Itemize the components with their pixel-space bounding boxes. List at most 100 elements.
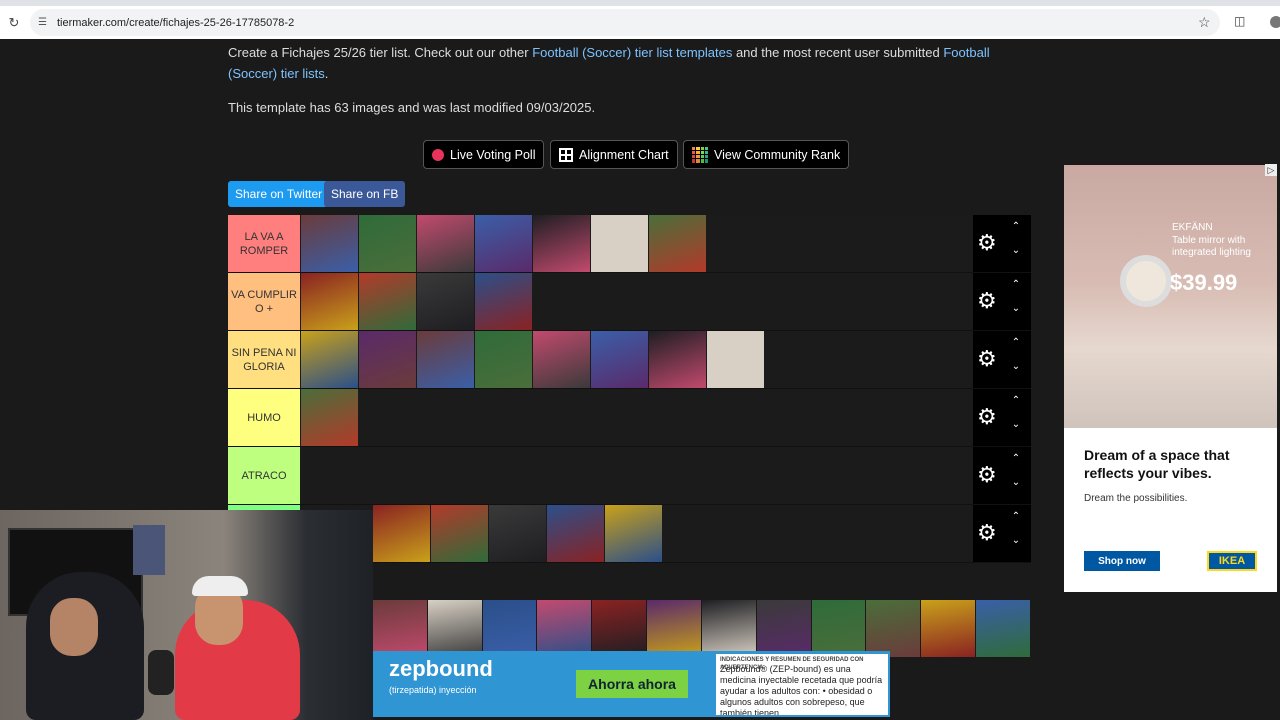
- gear-icon[interactable]: ⚙: [977, 345, 997, 373]
- player-image[interactable]: [591, 331, 648, 388]
- tier-label[interactable]: VA CUMPLIR O +: [228, 273, 300, 330]
- move-up-icon[interactable]: ⌃: [1009, 221, 1023, 232]
- tier-label[interactable]: SIN PENA NI GLORIA: [228, 331, 300, 388]
- template-modified-info: This template has 63 images and was last…: [228, 100, 596, 115]
- player-image[interactable]: [431, 505, 488, 562]
- live-voting-poll-button[interactable]: Live Voting Poll: [423, 140, 545, 169]
- desc-text-2: and the most recent user submitted: [732, 45, 944, 60]
- reload-icon[interactable]: ↻: [0, 15, 28, 31]
- player-image[interactable]: [547, 505, 604, 562]
- gear-icon[interactable]: ⚙: [977, 229, 997, 257]
- address-bar[interactable]: ☰ tiermaker.com/create/fichajes-25-26-17…: [30, 9, 1220, 36]
- pool-player-image[interactable]: [866, 600, 921, 657]
- player-image[interactable]: [301, 215, 358, 272]
- color-grid-cell: [700, 146, 704, 150]
- pool-player-image[interactable]: [373, 600, 427, 657]
- move-up-icon[interactable]: ⌃: [1009, 279, 1023, 290]
- zepbound-ad[interactable]: zepbound (tirzepatida) inyección Ahorra …: [373, 651, 890, 717]
- move-down-icon[interactable]: ⌄: [1009, 245, 1023, 256]
- gear-icon[interactable]: ⚙: [977, 403, 997, 431]
- player-image[interactable]: [373, 505, 430, 562]
- alignment-chart-button[interactable]: Alignment Chart: [550, 140, 678, 169]
- tier-row: VA CUMPLIR O + ⚙ ⌃ ⌄: [228, 273, 1031, 331]
- player-image[interactable]: [359, 215, 416, 272]
- gear-icon[interactable]: ⚙: [977, 519, 997, 547]
- view-community-rank-button[interactable]: View Community Rank: [683, 140, 850, 169]
- player-image[interactable]: [301, 389, 358, 446]
- tier-label[interactable]: LA VA A ROMPER: [228, 215, 300, 272]
- color-grid-cell: [700, 150, 704, 154]
- move-down-icon[interactable]: ⌄: [1009, 361, 1023, 372]
- ahorra-ahora-button[interactable]: Ahorra ahora: [576, 670, 688, 698]
- player-image[interactable]: [533, 215, 590, 272]
- color-grid-cell: [704, 150, 708, 154]
- player-image[interactable]: [417, 331, 474, 388]
- pool-player-image[interactable]: [427, 600, 482, 657]
- move-up-icon[interactable]: ⌃: [1009, 453, 1023, 464]
- player-image[interactable]: [359, 273, 416, 330]
- tier-controls: ⚙ ⌃ ⌄: [973, 505, 1031, 562]
- pool-player-image[interactable]: [592, 600, 647, 657]
- tier-images: [301, 273, 533, 330]
- tier-row: LA VA A ROMPER ⚙ ⌃ ⌄: [228, 215, 1031, 273]
- color-grid-cell: [692, 150, 696, 154]
- player-image[interactable]: [475, 273, 532, 330]
- player-image[interactable]: [475, 215, 532, 272]
- pool-player-image[interactable]: [647, 600, 701, 657]
- player-image[interactable]: [417, 215, 474, 272]
- microphone: [148, 650, 174, 695]
- pool-player-image[interactable]: [482, 600, 537, 657]
- color-grid-cell: [692, 146, 696, 150]
- player-image[interactable]: [707, 331, 764, 388]
- player-image[interactable]: [475, 331, 532, 388]
- ikea-ad[interactable]: EKFÄNN Table mirror with integrated ligh…: [1064, 165, 1277, 592]
- ad-tagline: Dream the possibilities.: [1084, 493, 1188, 504]
- site-info-icon[interactable]: ☰: [38, 17, 47, 28]
- tier-images: [301, 331, 765, 388]
- color-grid-cell: [704, 146, 708, 150]
- shop-now-button[interactable]: Shop now: [1084, 551, 1160, 571]
- url-text: tiermaker.com/create/fichajes-25-26-1778…: [56, 16, 295, 29]
- pool-player-image[interactable]: [701, 600, 756, 657]
- move-down-icon[interactable]: ⌄: [1009, 477, 1023, 488]
- gear-icon[interactable]: ⚙: [977, 461, 997, 489]
- move-down-icon[interactable]: ⌄: [1009, 535, 1023, 546]
- player-image[interactable]: [649, 215, 706, 272]
- player-image[interactable]: [605, 505, 662, 562]
- browser-toolbar: ↻ ☰ tiermaker.com/create/fichajes-25-26-…: [0, 6, 1280, 39]
- desc-text-3: .: [324, 66, 329, 81]
- pool-player-image[interactable]: [976, 600, 1030, 657]
- gear-icon[interactable]: ⚙: [977, 287, 997, 315]
- color-grid-cell: [696, 150, 700, 154]
- player-image[interactable]: [533, 331, 590, 388]
- tier-templates-link[interactable]: Football (Soccer) tier list templates: [532, 45, 732, 60]
- player-image[interactable]: [591, 215, 648, 272]
- pool-player-image[interactable]: [537, 600, 592, 657]
- move-down-icon[interactable]: ⌄: [1009, 419, 1023, 430]
- share-twitter-button[interactable]: Share on Twitter: [228, 181, 330, 207]
- player-image[interactable]: [301, 273, 358, 330]
- player-image[interactable]: [417, 273, 474, 330]
- tier-label[interactable]: ATRACO: [228, 447, 300, 504]
- player-image[interactable]: [301, 331, 358, 388]
- player-image[interactable]: [489, 505, 546, 562]
- ad-product-desc: Table mirror with integrated lighting: [1172, 235, 1251, 258]
- tier-label[interactable]: HUMO: [228, 389, 300, 446]
- zepbound-safety-info[interactable]: INDICACIONES Y RESUMEN DE SEGURIDAD CON …: [716, 654, 888, 715]
- move-up-icon[interactable]: ⌃: [1009, 511, 1023, 522]
- move-up-icon[interactable]: ⌃: [1009, 395, 1023, 406]
- extensions-icon[interactable]: ◫: [1234, 14, 1245, 28]
- profile-avatar[interactable]: [1270, 16, 1280, 28]
- tier-row: ATRACO ⚙ ⌃ ⌄: [228, 447, 1031, 505]
- pool-player-image[interactable]: [811, 600, 866, 657]
- player-image[interactable]: [359, 331, 416, 388]
- pool-player-image[interactable]: [756, 600, 811, 657]
- move-down-icon[interactable]: ⌄: [1009, 303, 1023, 314]
- bookmark-star-icon[interactable]: ☆: [1198, 14, 1211, 31]
- move-up-icon[interactable]: ⌃: [1009, 337, 1023, 348]
- player-image[interactable]: [649, 331, 706, 388]
- share-fb-button[interactable]: Share on FB: [324, 181, 406, 207]
- pool-player-image[interactable]: [921, 600, 976, 657]
- ad-choices-icon[interactable]: ▷: [1265, 164, 1277, 176]
- color-grid-cell: [700, 155, 704, 159]
